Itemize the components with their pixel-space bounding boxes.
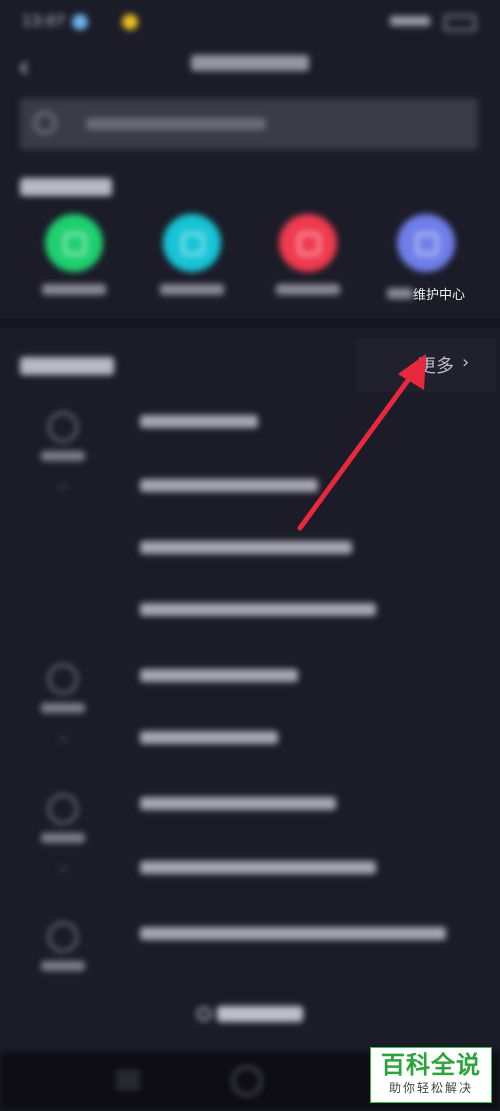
device-icon bbox=[163, 214, 221, 272]
chevron-right-icon: › bbox=[462, 352, 470, 373]
more-label: 更多 bbox=[418, 356, 454, 377]
self-service-title bbox=[20, 176, 112, 197]
battery-icon bbox=[444, 15, 476, 31]
faq-category[interactable] bbox=[18, 922, 108, 974]
faq-category[interactable] bbox=[18, 794, 108, 870]
faq-question[interactable] bbox=[140, 796, 336, 814]
faq-question[interactable] bbox=[140, 668, 298, 686]
bottom-link[interactable] bbox=[0, 1004, 500, 1024]
service-item-phone[interactable] bbox=[14, 214, 134, 299]
faq-question[interactable] bbox=[140, 478, 318, 496]
search-bar[interactable] bbox=[20, 98, 478, 150]
network-icon bbox=[279, 214, 337, 272]
status-bar: 13:07 bbox=[0, 0, 500, 44]
notification-icon bbox=[122, 14, 138, 30]
faq-question[interactable] bbox=[140, 540, 352, 558]
faq-category[interactable] bbox=[18, 664, 108, 740]
settings-icon bbox=[48, 922, 78, 952]
more-button[interactable]: 更多 › bbox=[356, 338, 496, 392]
service-item-maintenance[interactable]: 维护中心 bbox=[366, 214, 486, 303]
section-divider bbox=[0, 318, 500, 328]
faq-question[interactable] bbox=[140, 730, 278, 748]
clock-icon bbox=[48, 412, 78, 442]
faq-title bbox=[20, 355, 114, 376]
phone-icon bbox=[45, 214, 103, 272]
maintenance-icon bbox=[397, 214, 455, 272]
signal-icon bbox=[390, 16, 430, 26]
page-title bbox=[0, 52, 500, 76]
faq-category[interactable] bbox=[18, 412, 108, 488]
faq-question[interactable] bbox=[140, 926, 446, 944]
home-button[interactable] bbox=[232, 1066, 262, 1096]
watermark-logo: 百科全说 助你轻松解决 bbox=[370, 1047, 492, 1103]
maintenance-label: 维护中心 bbox=[412, 288, 465, 303]
status-time: 13:07 bbox=[22, 12, 66, 30]
link-icon bbox=[197, 1007, 212, 1021]
search-icon bbox=[34, 112, 56, 134]
menu-icon[interactable] bbox=[116, 1072, 140, 1090]
user-icon bbox=[48, 794, 78, 824]
service-item-network[interactable] bbox=[248, 214, 368, 299]
camera-icon bbox=[48, 664, 78, 694]
faq-question[interactable] bbox=[140, 414, 258, 432]
faq-question[interactable] bbox=[140, 602, 376, 620]
notification-icon bbox=[72, 14, 88, 30]
service-item-device[interactable] bbox=[132, 214, 252, 299]
faq-question[interactable] bbox=[140, 860, 376, 878]
